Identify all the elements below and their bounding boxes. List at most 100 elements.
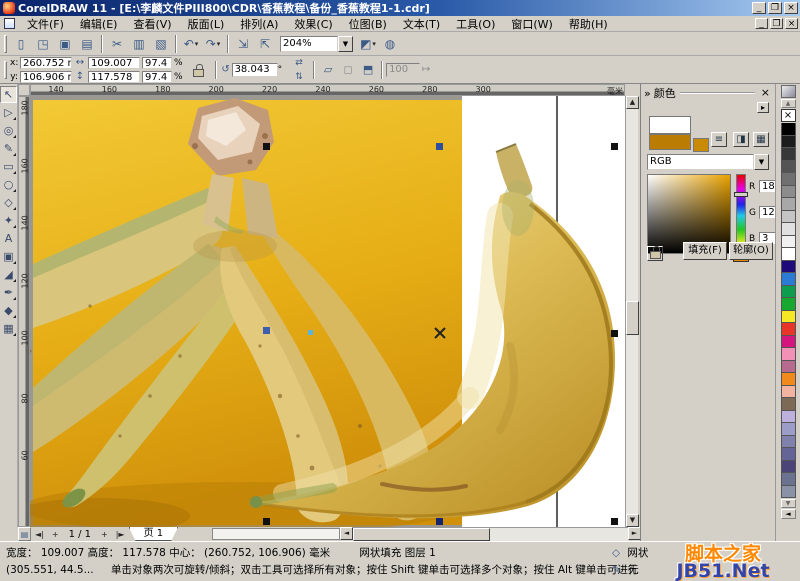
shape-tool[interactable]: ▷ (0, 104, 17, 121)
interactive-fill-tool[interactable]: ▦ (0, 320, 17, 337)
scroll-up-icon[interactable]: ▲ (626, 96, 639, 109)
docker-close-icon[interactable]: × (759, 88, 772, 98)
color-model-select[interactable]: RGB ▼ (647, 154, 769, 170)
add-page-before-button[interactable]: + (48, 528, 63, 541)
no-color-swatch[interactable]: × (781, 109, 796, 122)
document-window-icon[interactable] (4, 18, 15, 29)
palette-scroll-down-icon[interactable]: ▼ (781, 499, 796, 508)
docker-title-bar[interactable]: » 颜色 × (644, 86, 772, 100)
mirror-vertical-button[interactable]: ⇅ (290, 71, 308, 83)
palette-swatch-24[interactable] (781, 423, 796, 436)
polygon-tool[interactable]: ◇ (0, 194, 17, 211)
palette-swatch-27[interactable] (781, 461, 796, 474)
docker-flyout-icon[interactable]: ▸ (757, 102, 769, 113)
handle-top-right[interactable] (611, 143, 618, 150)
handle-middle-left[interactable] (263, 327, 270, 334)
palette-swatch-19[interactable] (781, 361, 796, 374)
palette-swatch-12[interactable] (781, 273, 796, 286)
scroll-left-icon[interactable]: ◄ (340, 527, 353, 540)
open-button[interactable]: ◳ (33, 34, 53, 53)
rectangle-tool[interactable]: ▭ (0, 158, 17, 175)
palette-swatch-4[interactable] (781, 173, 796, 186)
menu-item-0[interactable]: 文件(F) (19, 15, 72, 33)
page-sorter-icon[interactable]: ▤ (18, 527, 31, 541)
restore-button[interactable]: ❐ (768, 2, 782, 14)
palette-swatch-20[interactable] (781, 373, 796, 386)
cut-button[interactable]: ✂ (107, 34, 127, 53)
scale-x-field[interactable]: 97.4 (142, 57, 172, 69)
menu-item-10[interactable]: 帮助(H) (561, 15, 616, 33)
x-position-field[interactable]: 260.752 m (20, 57, 72, 69)
propbar-grip[interactable] (4, 61, 7, 79)
last-page-button[interactable]: |► (112, 528, 129, 541)
palette-scroll-up-icon[interactable]: ▲ (781, 99, 796, 108)
palette-swatch-15[interactable] (781, 311, 796, 324)
scroll-down-icon[interactable]: ▼ (626, 514, 639, 527)
palette-swatch-0[interactable] (781, 123, 796, 136)
color-model-value[interactable]: RGB (647, 154, 754, 170)
doc-restore-button[interactable]: ❐ (770, 18, 783, 29)
palette-swatch-17[interactable] (781, 336, 796, 349)
drawing-canvas[interactable] (30, 96, 625, 527)
palette-swatch-8[interactable] (781, 223, 796, 236)
hue-slider-handle[interactable] (734, 192, 748, 197)
curve-node-marker[interactable] (308, 330, 313, 335)
ruler-origin-icon[interactable] (18, 84, 30, 96)
palette-swatch-29[interactable] (781, 486, 796, 499)
palette-swatch-11[interactable] (781, 261, 796, 274)
application-launcher-button[interactable]: ◩▾ (358, 34, 378, 53)
add-page-after-button[interactable]: + (97, 528, 112, 541)
palette-swatch-10[interactable] (781, 248, 796, 261)
menu-item-3[interactable]: 版面(L) (180, 15, 233, 33)
text-tool[interactable]: A (0, 230, 17, 247)
scale-y-field[interactable]: 97.4 (142, 71, 172, 83)
pick-tool[interactable]: ↖ (0, 86, 17, 103)
menu-item-4[interactable]: 排列(A) (232, 15, 286, 33)
horizontal-scrollbar[interactable] (353, 527, 628, 541)
handle-top-middle[interactable] (436, 143, 443, 150)
docker-collapse-icon[interactable]: » (644, 87, 651, 100)
copy-button[interactable]: ▥ (129, 34, 149, 53)
doc-minimize-button[interactable]: _ (755, 18, 768, 29)
palette-swatch-18[interactable] (781, 348, 796, 361)
handle-bottom-left[interactable] (263, 518, 270, 525)
palette-swatch-14[interactable] (781, 298, 796, 311)
outline-button[interactable]: 轮廓(O) (729, 242, 773, 260)
export-button[interactable]: ⇱ (255, 34, 275, 53)
rotation-angle-field[interactable]: 38.043 (232, 63, 278, 77)
handle-top-left[interactable] (263, 143, 270, 150)
handle-middle-right[interactable] (611, 330, 618, 337)
toolbar-grip[interactable] (4, 35, 7, 53)
palette-swatch-26[interactable] (781, 448, 796, 461)
print-button[interactable]: ▤ (77, 34, 97, 53)
palette-options-icon[interactable] (781, 85, 796, 98)
palette-swatch-23[interactable] (781, 411, 796, 424)
horizontal-ruler[interactable]: 毫米 140160180200220240260280300 (30, 84, 625, 96)
fill-button[interactable]: 填充(F) (683, 242, 727, 260)
menu-item-1[interactable]: 编辑(E) (72, 15, 126, 33)
menu-item-7[interactable]: 文本(T) (395, 15, 448, 33)
palette-swatch-1[interactable] (781, 136, 796, 149)
redo-button[interactable]: ↷▾ (203, 34, 223, 53)
basic-shapes-tool[interactable]: ✦ (0, 212, 17, 229)
palette-swatch-28[interactable] (781, 473, 796, 486)
save-button[interactable]: ▣ (55, 34, 75, 53)
lock-ratio-icon[interactable] (193, 69, 204, 77)
eyedropper-tool[interactable]: ◢ (0, 266, 17, 283)
palette-swatch-7[interactable] (781, 211, 796, 224)
palette-swatch-16[interactable] (781, 323, 796, 336)
palette-swatch-6[interactable] (781, 198, 796, 211)
zoom-tool[interactable]: ◎ (0, 122, 17, 139)
handle-bottom-right[interactable] (611, 518, 618, 525)
outline-tool[interactable]: ✒ (0, 284, 17, 301)
coreldraw-app-icon[interactable] (3, 2, 15, 14)
object-width-field[interactable]: 109.007 (88, 57, 140, 69)
y-position-field[interactable]: 106.906 m (20, 71, 72, 83)
zoom-combo-arrow-icon[interactable]: ▼ (338, 36, 353, 52)
freehand-tool[interactable]: ✎ (0, 140, 17, 157)
palette-expand-icon[interactable]: ◄ (781, 509, 796, 519)
vertical-ruler[interactable]: 1801601401201008060 (18, 96, 30, 527)
interactive-blend-tool[interactable]: ▣ (0, 248, 17, 265)
bitmap-resample-button[interactable]: ⬒ (358, 60, 378, 80)
palette-swatch-21[interactable] (781, 386, 796, 399)
